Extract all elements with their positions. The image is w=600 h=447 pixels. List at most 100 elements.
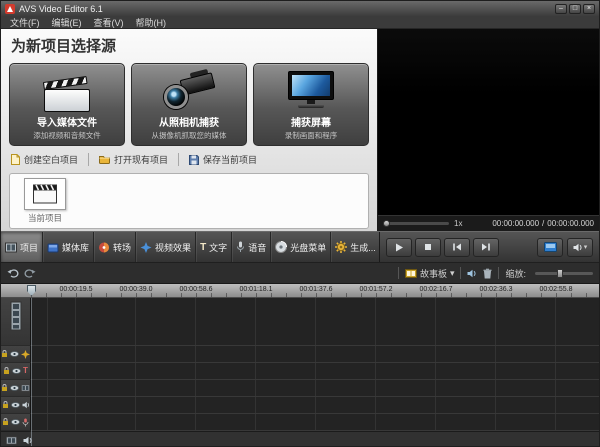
app-window: AVS Video Editor 6.1 – □ × 文件(F) 编辑(E) 查…	[0, 0, 600, 447]
tab-media-library[interactable]: 媒体库	[43, 232, 94, 262]
stop-icon	[424, 243, 432, 251]
preview-screen[interactable]	[378, 29, 599, 215]
overlay-film-icon	[21, 384, 30, 392]
stop-button[interactable]	[415, 238, 441, 257]
play-icon	[395, 243, 404, 252]
title-bar[interactable]: AVS Video Editor 6.1 – □ ×	[1, 1, 599, 16]
ruler-label: 00:01:57.2	[359, 286, 392, 293]
project-icon	[5, 242, 17, 253]
import-media-label: 导入媒体文件	[37, 114, 97, 129]
add-video-track-button[interactable]	[6, 436, 17, 445]
transitions-icon	[98, 242, 110, 253]
tab-transitions[interactable]: 转场	[94, 232, 136, 262]
eye-icon[interactable]	[11, 402, 20, 408]
audio-track-lane[interactable]	[31, 397, 599, 414]
capture-frame-button[interactable]	[537, 238, 563, 257]
eye-icon[interactable]	[12, 368, 21, 374]
lock-icon[interactable]	[3, 367, 10, 375]
view-mode-dropdown-icon: ▾	[450, 268, 455, 279]
effects-track-lane[interactable]	[31, 346, 599, 363]
import-media-button[interactable]: 导入媒体文件 添加视频和音频文件	[9, 63, 125, 146]
undo-icon[interactable]	[7, 268, 19, 278]
video-track-lane[interactable]	[31, 298, 599, 346]
menu-edit[interactable]: 编辑(E)	[46, 16, 88, 29]
timecode-position: 00:00:00.000	[492, 219, 539, 228]
project-links: 创建空白项目 打开现有项目 保存当前项目	[9, 153, 369, 166]
seek-slider[interactable]	[383, 222, 449, 225]
audio-track-header[interactable]	[1, 397, 31, 414]
lock-icon[interactable]	[1, 350, 8, 358]
produce-gear-icon	[335, 241, 347, 253]
maximize-button[interactable]: □	[569, 4, 581, 14]
trash-icon[interactable]	[483, 268, 492, 279]
voice-track-header[interactable]	[1, 414, 31, 431]
lock-icon[interactable]	[2, 418, 9, 426]
overlay-track-lane[interactable]	[31, 380, 599, 397]
eye-icon[interactable]	[10, 351, 19, 357]
camcorder-icon	[163, 66, 215, 112]
current-project-item[interactable]: 当前项目	[16, 178, 74, 224]
voice-track-icon	[22, 418, 29, 427]
new-document-icon	[11, 154, 20, 165]
text-track-header[interactable]: T	[1, 363, 31, 380]
current-project-thumbnail	[24, 178, 66, 210]
redo-icon[interactable]	[24, 268, 36, 278]
eye-icon[interactable]	[10, 385, 19, 391]
preview-seekbar: 1x 00:00:00.000 / 00:00:00.000	[378, 215, 599, 231]
text-icon: T	[200, 242, 206, 253]
ruler-label: 00:02:55.8	[539, 286, 572, 293]
volume-button[interactable]: ▾	[567, 238, 593, 257]
play-button[interactable]	[386, 238, 412, 257]
effects-star-icon	[140, 242, 152, 253]
menu-help[interactable]: 帮助(H)	[130, 16, 173, 29]
speaker-icon	[573, 243, 583, 252]
ruler-label: 00:02:16.7	[419, 286, 452, 293]
menu-file[interactable]: 文件(F)	[4, 16, 46, 29]
lock-icon[interactable]	[2, 401, 9, 409]
toolbar-separator-2	[460, 267, 461, 279]
toolbar-row: 项目 媒体库 转场 视频效果 T 文字 语音	[1, 231, 599, 263]
voice-track-lane[interactable]	[31, 414, 599, 431]
new-project-label: 创建空白项目	[24, 153, 78, 166]
tab-project-label: 项目	[20, 241, 38, 254]
tab-video-effects[interactable]: 视频效果	[136, 232, 196, 262]
capture-camera-button[interactable]: 从照相机捕获 从摄像机抓取您的媒体	[131, 63, 247, 146]
storyboard-icon	[405, 269, 417, 278]
video-track-header[interactable]	[1, 298, 31, 346]
effects-track-header[interactable]	[1, 346, 31, 363]
minimize-button[interactable]: –	[555, 4, 567, 14]
tab-text[interactable]: T 文字	[196, 232, 232, 262]
category-tabs: 项目 媒体库 转场 视频效果 T 文字 语音	[1, 232, 379, 262]
tab-video-effects-label: 视频效果	[155, 241, 191, 254]
close-button[interactable]: ×	[583, 4, 595, 14]
menu-view[interactable]: 查看(V)	[88, 16, 130, 29]
zoom-slider-thumb[interactable]	[557, 269, 563, 278]
zoom-slider[interactable]	[535, 272, 593, 275]
view-mode-dropdown[interactable]: 故事板 ▾	[405, 267, 455, 280]
timeline-ruler[interactable]: 00:00:19.5 00:00:39.0 00:00:58.6 00:01:1…	[1, 284, 599, 298]
capture-screen-button[interactable]: 捕获屏幕 录制画面和程序	[253, 63, 369, 146]
tab-project[interactable]: 项目	[1, 232, 43, 262]
mute-speaker-icon[interactable]	[467, 269, 477, 278]
tab-voice[interactable]: 语音	[232, 232, 271, 262]
tab-transitions-label: 转场	[113, 241, 131, 254]
text-track-lane[interactable]	[31, 363, 599, 380]
open-project-link[interactable]: 打开现有项目	[88, 153, 178, 166]
next-icon	[481, 243, 491, 251]
lock-icon[interactable]	[1, 384, 8, 392]
overlay-track-header[interactable]	[1, 380, 31, 397]
seek-slider-thumb[interactable]	[383, 220, 390, 227]
save-project-link[interactable]: 保存当前项目	[178, 153, 267, 166]
eye-icon[interactable]	[11, 419, 20, 425]
timecode-display: 00:00:00.000 / 00:00:00.000	[492, 219, 594, 228]
current-project-panel: 当前项目	[9, 173, 369, 229]
tab-produce[interactable]: 生成...	[331, 232, 379, 262]
tab-disc-menu[interactable]: 光盘菜单	[271, 232, 331, 262]
previous-frame-button[interactable]	[444, 238, 470, 257]
new-project-link[interactable]: 创建空白项目	[9, 153, 88, 166]
ruler-label: 00:00:39.0	[119, 286, 152, 293]
timecode-separator: /	[542, 219, 544, 228]
zoom-label: 缩放:	[505, 267, 526, 280]
open-project-label: 打开现有项目	[114, 153, 168, 166]
next-frame-button[interactable]	[473, 238, 499, 257]
